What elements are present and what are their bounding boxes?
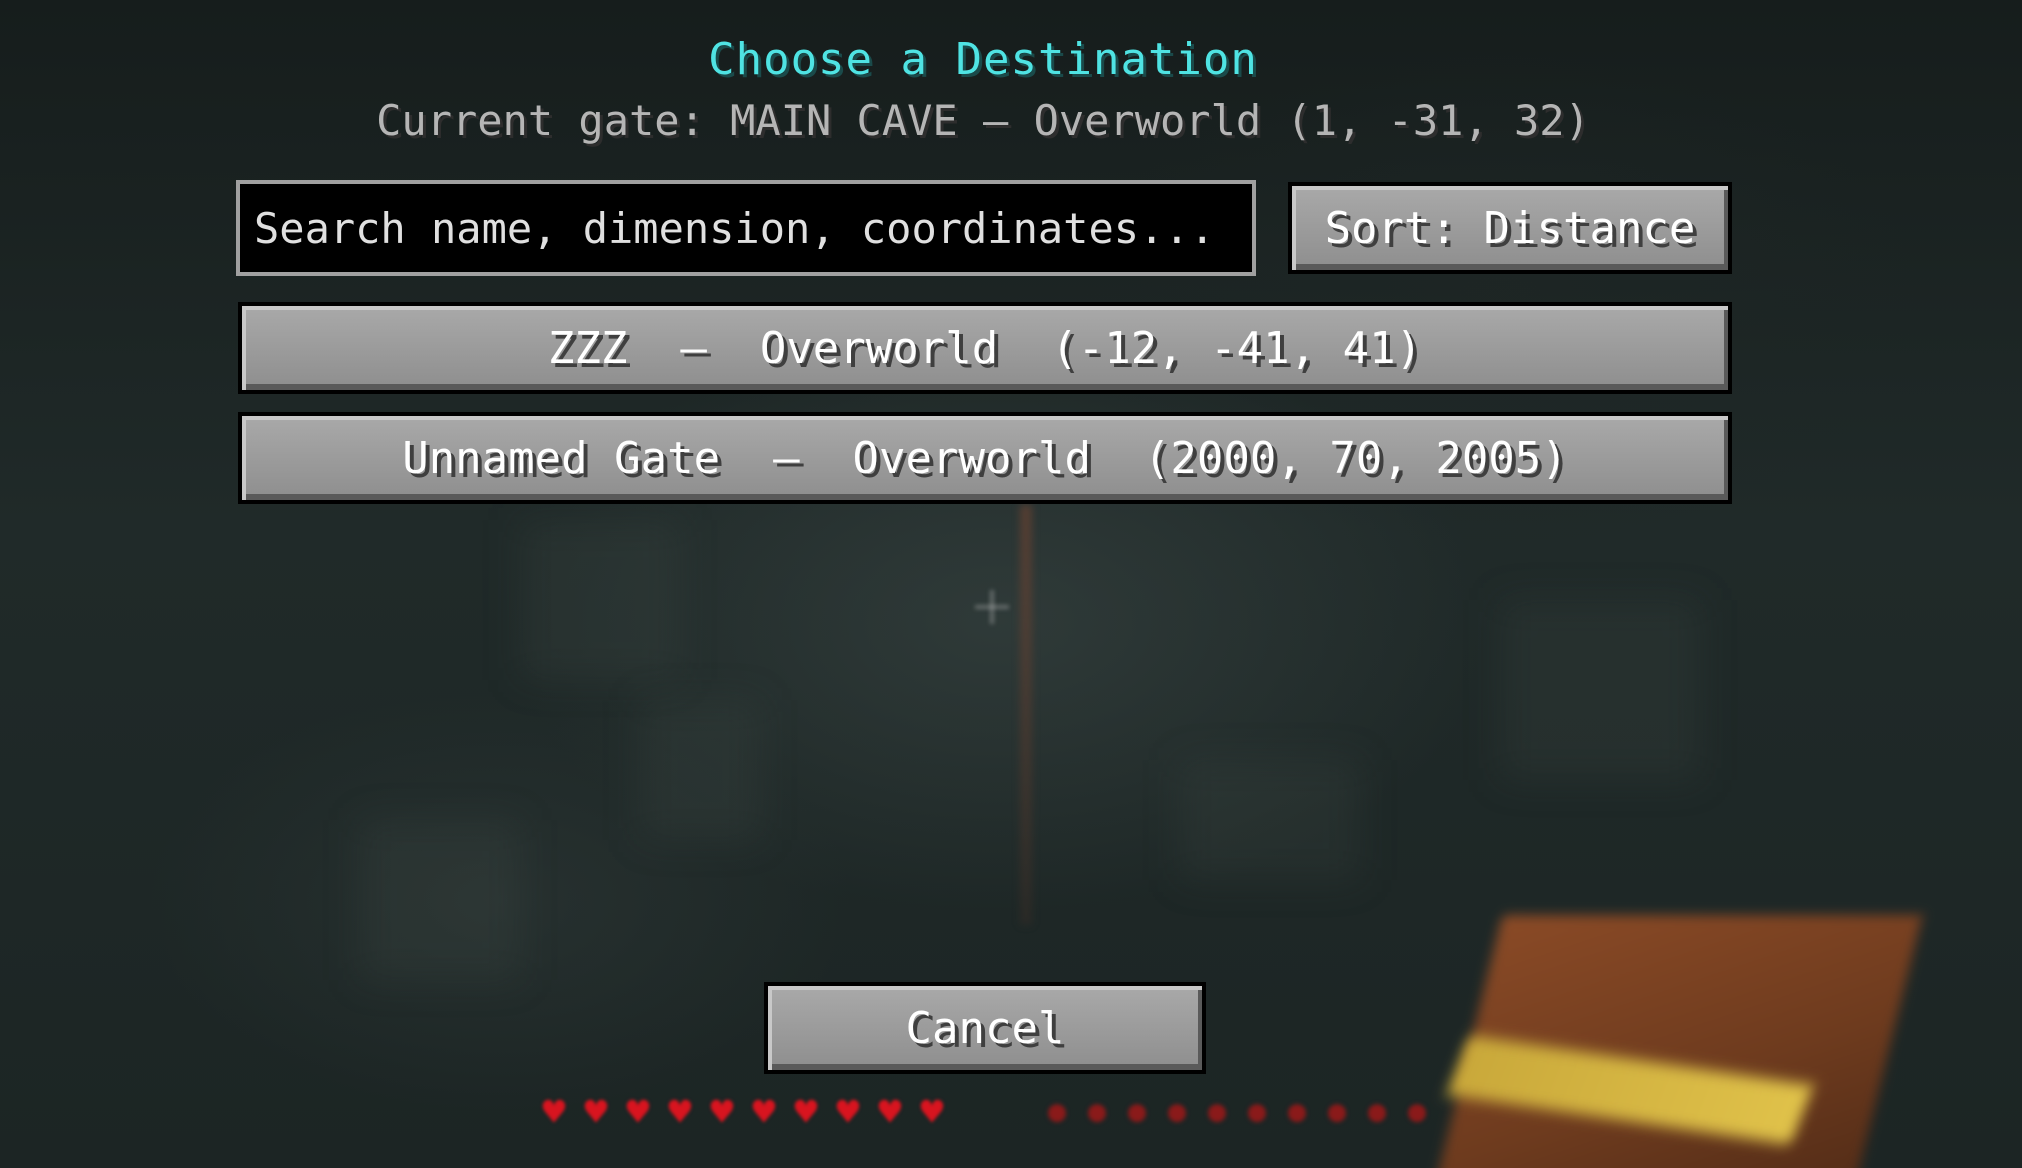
hunger-icon: ● xyxy=(1407,1094,1427,1129)
sort-button[interactable]: Sort: Distance xyxy=(1288,182,1732,274)
destination-button-zzz[interactable]: ZZZ — Overworld (-12, -41, 41) xyxy=(238,302,1732,394)
hunger-icon: ● xyxy=(1247,1094,1267,1129)
background-block xyxy=(640,700,760,840)
background-block xyxy=(520,520,680,680)
current-gate-label: Current gate: MAIN CAVE — Overworld (1, … xyxy=(376,96,1590,145)
background-block xyxy=(1180,760,1360,880)
heart-icon: ♥ xyxy=(584,1090,608,1134)
hunger-icon: ● xyxy=(1207,1094,1227,1129)
hunger-icon: ● xyxy=(1047,1094,1067,1129)
destination-button-unnamed-gate[interactable]: Unnamed Gate — Overworld (2000, 70, 2005… xyxy=(238,412,1732,504)
heart-icon: ♥ xyxy=(710,1090,734,1134)
hunger-icon: ● xyxy=(1127,1094,1147,1129)
heart-icon: ♥ xyxy=(920,1090,944,1134)
heart-icon: ♥ xyxy=(878,1090,902,1134)
heart-icon: ♥ xyxy=(836,1090,860,1134)
background-pole xyxy=(1020,505,1032,925)
hunger-icon: ● xyxy=(1367,1094,1387,1129)
heart-icon: ♥ xyxy=(542,1090,566,1134)
background-block xyxy=(360,820,520,980)
background-block xyxy=(1500,600,1700,780)
heart-icon: ♥ xyxy=(752,1090,776,1134)
hunger-bar: ● ● ● ● ● ● ● ● ● ● xyxy=(1040,1094,1434,1134)
hunger-icon: ● xyxy=(1167,1094,1187,1129)
hunger-icon: ● xyxy=(1327,1094,1347,1129)
search-input[interactable] xyxy=(236,180,1256,276)
heart-icon: ♥ xyxy=(794,1090,818,1134)
hunger-icon: ● xyxy=(1287,1094,1307,1129)
screen-title: Choose a Destination xyxy=(708,34,1258,85)
crosshair-icon xyxy=(975,590,1009,624)
health-bar: ♥ ♥ ♥ ♥ ♥ ♥ ♥ ♥ ♥ ♥ xyxy=(536,1090,950,1134)
heart-icon: ♥ xyxy=(668,1090,692,1134)
cancel-button[interactable]: Cancel xyxy=(764,982,1206,1074)
heart-icon: ♥ xyxy=(626,1090,650,1134)
hunger-icon: ● xyxy=(1087,1094,1107,1129)
